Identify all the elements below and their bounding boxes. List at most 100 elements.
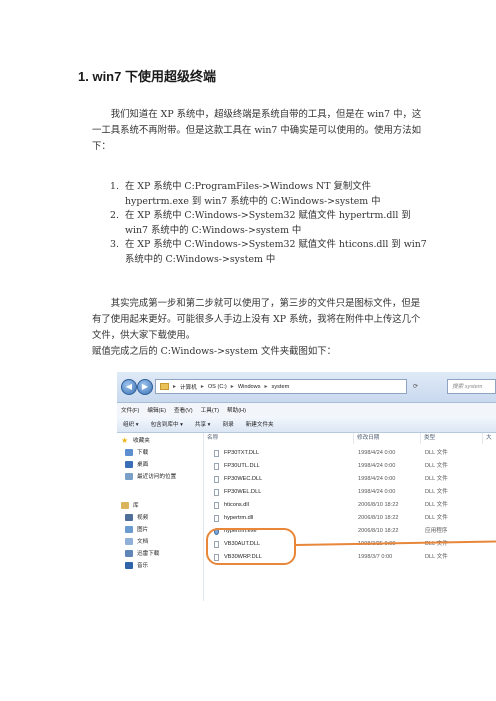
file-name: FP30WEL.DLL xyxy=(224,489,262,495)
file-date: 2006/8/10 18:22 xyxy=(358,502,399,508)
file-date: 1998/3/7 0:00 xyxy=(358,554,393,560)
dll-file-icon xyxy=(214,515,219,522)
step-item: 2. 在 XP 系统中 C:Windows->System32 赋值文件 hype… xyxy=(110,209,430,238)
step-number: 3. xyxy=(110,239,119,250)
star-icon: ★ xyxy=(121,435,129,445)
sidebar-label: 最近访问的位置 xyxy=(137,474,177,480)
forward-icon[interactable]: ▶ xyxy=(137,379,153,395)
file-type: DLL 文件 xyxy=(425,554,448,560)
sidebar-item-desktop[interactable]: 桌面 xyxy=(125,460,148,468)
sidebar-label: 视频 xyxy=(137,515,149,521)
chevron-right-icon: ▸ xyxy=(230,384,234,390)
menu-view[interactable]: 查看(V) xyxy=(174,406,193,414)
sidebar-item-music[interactable]: 音乐 xyxy=(125,561,148,569)
dll-file-icon xyxy=(214,463,219,470)
search-input[interactable]: 搜索 system xyxy=(447,379,496,394)
dll-file-icon xyxy=(214,502,219,509)
burn-button[interactable]: 刻录 xyxy=(222,420,233,428)
include-library-button[interactable]: 包含到库中 ▾ xyxy=(151,420,183,428)
sidebar-item-download[interactable]: 下载 xyxy=(125,448,148,456)
menu-bar: 文件(F) 编辑(E) 查看(V) 工具(T) 帮助(H) xyxy=(117,403,496,417)
sidebar-item-favorites[interactable]: ★ 收藏夹 xyxy=(121,436,150,444)
sidebar-label: 库 xyxy=(133,503,139,509)
sidebar-item-documents[interactable]: 文档 xyxy=(125,537,148,545)
address-field[interactable]: ▸ 计算机 ▸ OS (C:) ▸ Windows ▸ system xyxy=(155,379,407,394)
new-folder-button[interactable]: 新建文件夹 xyxy=(246,420,274,428)
breadcrumb-computer[interactable]: 计算机 xyxy=(180,383,197,391)
sidebar-item-video[interactable]: 视频 xyxy=(125,513,148,521)
column-header-date[interactable]: 修改日期 xyxy=(354,433,421,444)
organize-button[interactable]: 组织 ▾ xyxy=(123,420,139,428)
table-row[interactable]: FP30WEL.DLL 1998/4/24 0:00 DLL 文件 xyxy=(204,487,496,498)
table-row[interactable]: hticons.dll 2006/8/10 18:22 DLL 文件 xyxy=(204,500,496,511)
thunder-download-icon xyxy=(125,549,133,557)
file-name: FP30UTL.DLL xyxy=(224,463,260,469)
step-item: 1. 在 XP 系统中 C:ProgramFiles->Windows NT 复制… xyxy=(110,180,430,209)
sidebar-label: 迅雷下载 xyxy=(137,551,160,557)
closing-paragraph: 其实完成第一步和第二步就可以使用了，第三步的文件只是图标文件，但是有了使用起来更… xyxy=(92,298,421,341)
file-type: DLL 文件 xyxy=(425,450,448,456)
step-text: 在 XP 系统中 C:ProgramFiles->Windows NT 复制文件… xyxy=(125,181,381,207)
sidebar-item-thunder[interactable]: 迅雷下载 xyxy=(125,549,159,557)
desktop-icon xyxy=(125,460,133,468)
file-type: DLL 文件 xyxy=(425,515,448,521)
column-header-type[interactable]: 类型 xyxy=(421,433,483,444)
dll-file-icon xyxy=(214,489,219,496)
menu-edit[interactable]: 编辑(E) xyxy=(147,406,166,414)
documents-icon xyxy=(125,537,133,545)
table-row[interactable]: FP30UTL.DLL 1998/4/24 0:00 DLL 文件 xyxy=(204,461,496,472)
chevron-right-icon: ▸ xyxy=(173,384,177,390)
table-row[interactable]: hypertrm.dll 2006/8/10 18:22 DLL 文件 xyxy=(204,513,496,524)
back-icon[interactable]: ◀ xyxy=(121,379,137,395)
screenshot-caption: 赋值完成之后的 C:Windows->system 文件夹截图如下： xyxy=(92,346,337,357)
library-icon xyxy=(121,501,129,509)
table-row[interactable]: FP30WEC.DLL 1998/4/24 0:00 DLL 文件 xyxy=(204,474,496,485)
steps-list: 1. 在 XP 系统中 C:ProgramFiles->Windows NT 复制… xyxy=(110,180,430,267)
column-header-size[interactable]: 大 xyxy=(483,433,496,444)
dll-file-icon xyxy=(214,450,219,457)
music-icon xyxy=(125,561,133,569)
file-name: FP30TXT.DLL xyxy=(224,450,260,456)
file-name: hticons.dll xyxy=(224,502,249,508)
file-type: 应用程序 xyxy=(425,528,448,534)
file-type: DLL 文件 xyxy=(425,502,448,508)
section-heading: 1. win7 下使用超级终端 xyxy=(78,69,216,84)
share-button[interactable]: 共享 ▾ xyxy=(195,420,211,428)
file-name: hypertrm.dll xyxy=(224,515,254,521)
sidebar-label: 图片 xyxy=(137,527,149,533)
file-list: 名称 修改日期 类型 大 FP30TXT.DLL 1998/4/24 0:00 … xyxy=(204,433,496,601)
step-number: 2. xyxy=(110,210,119,221)
file-date: 1998/4/24 0:00 xyxy=(358,450,396,456)
file-date: 1998/4/24 0:00 xyxy=(358,489,396,495)
breadcrumb-drive[interactable]: OS (C:) xyxy=(208,384,227,390)
column-header-name[interactable]: 名称 xyxy=(204,433,354,444)
menu-file[interactable]: 文件(F) xyxy=(121,406,139,414)
file-type: DLL 文件 xyxy=(425,476,448,482)
sidebar-label: 收藏夹 xyxy=(133,438,150,444)
chevron-right-icon: ▸ xyxy=(264,384,268,390)
sidebar-item-pictures[interactable]: 图片 xyxy=(125,525,148,533)
navigation-pane: ★ 收藏夹 下载 桌面 最近访问的位置 库 视频 图片 文档 迅雷下载 音乐 xyxy=(117,433,204,601)
sidebar-label: 桌面 xyxy=(137,462,149,468)
highlight-outline xyxy=(206,528,296,565)
dll-file-icon xyxy=(214,476,219,483)
table-row[interactable]: FP30TXT.DLL 1998/4/24 0:00 DLL 文件 xyxy=(204,448,496,459)
recent-places-icon xyxy=(125,472,133,480)
command-bar: 组织 ▾ 包含到库中 ▾ 共享 ▾ 刻录 新建文件夹 xyxy=(117,416,496,433)
breadcrumb-windows[interactable]: Windows xyxy=(238,384,261,390)
folder-icon xyxy=(160,383,169,390)
menu-help[interactable]: 帮助(H) xyxy=(227,406,246,414)
sidebar-item-library[interactable]: 库 xyxy=(121,501,139,509)
file-date: 1998/4/24 0:00 xyxy=(358,476,396,482)
sidebar-item-recent[interactable]: 最近访问的位置 xyxy=(125,472,176,480)
sidebar-label: 下载 xyxy=(137,450,149,456)
menu-tools[interactable]: 工具(T) xyxy=(201,406,219,414)
file-date: 1998/4/24 0:00 xyxy=(358,463,396,469)
refresh-icon[interactable]: ⟳ xyxy=(413,383,418,390)
address-bar-area: ◀ ▶ ▸ 计算机 ▸ OS (C:) ▸ Windows ▸ system ⟳… xyxy=(117,372,496,403)
step-text: 在 XP 系统中 C:Windows->System32 赋值文件 hypert… xyxy=(125,210,411,236)
sidebar-label: 音乐 xyxy=(137,563,149,569)
intro-paragraph: 我们知道在 XP 系统中，超级终端是系统自带的工具，但是在 win7 中，这一工… xyxy=(92,109,422,152)
file-type: DLL 文件 xyxy=(425,463,448,469)
breadcrumb-system[interactable]: system xyxy=(272,384,290,390)
